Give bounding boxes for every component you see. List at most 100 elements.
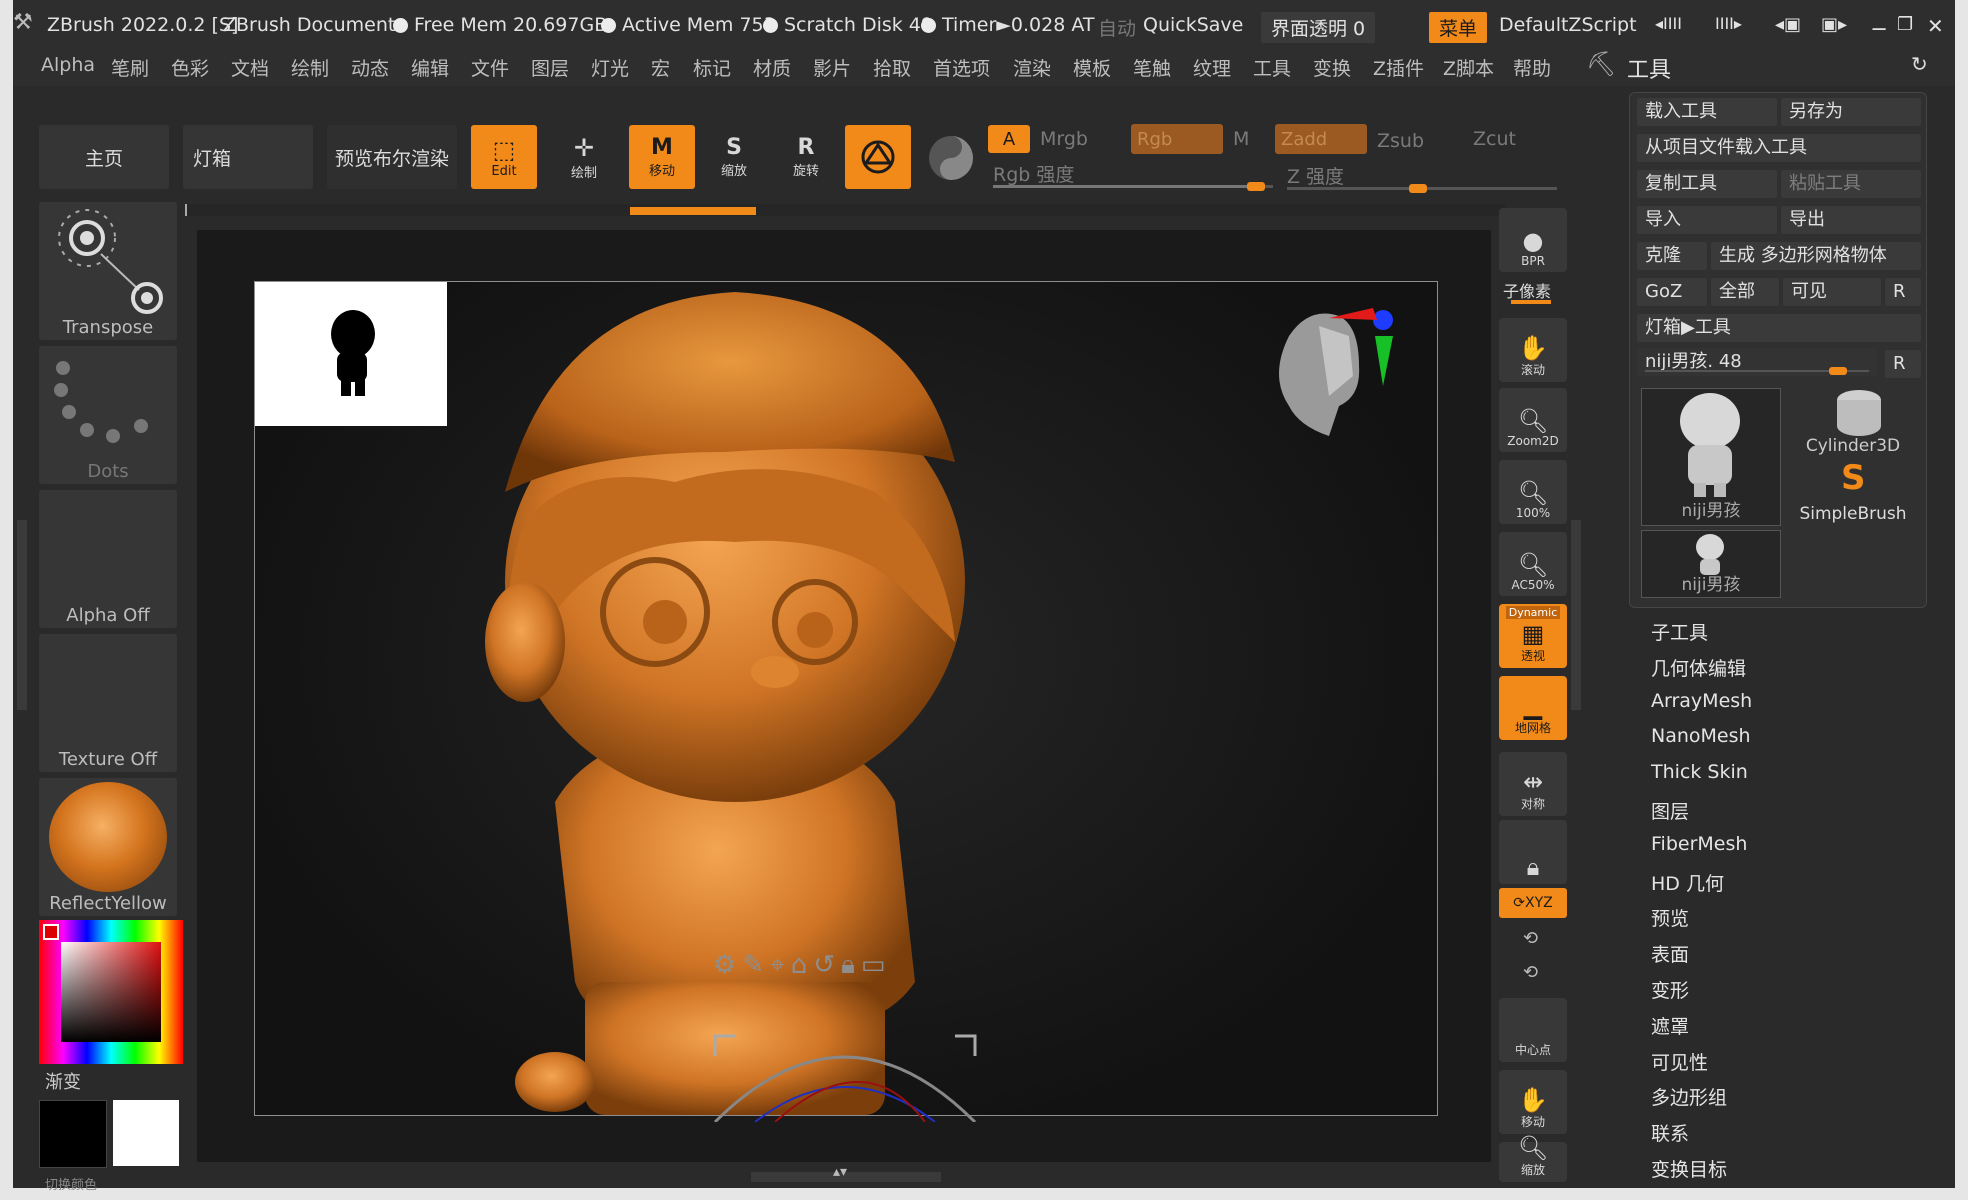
goz-all-button[interactable]: 全部 [1711,278,1779,306]
z-intensity-slider[interactable] [1287,184,1557,193]
restore-icon[interactable]: ❐ [1897,14,1913,35]
gizmo-slider-icon[interactable]: ▭ [861,950,892,980]
tool-thumb-niji-boy[interactable]: niji男孩 [1641,388,1781,526]
menu-stroke[interactable]: 笔触 [1133,54,1171,81]
a-channel-button[interactable]: A [988,125,1030,153]
shrink-icon[interactable]: ◂IIII [1655,14,1682,33]
menu-texture[interactable]: 纹理 [1193,54,1231,81]
scale-mode-button[interactable]: S 缩放 [701,125,767,189]
100%-view-button[interactable]: 🔍︎ 100% [1499,460,1567,524]
bottom-tray-handle[interactable]: ▴▾ [751,1164,941,1182]
main-color-swatch[interactable] [39,1100,107,1168]
lock-view-button[interactable]: 🔒︎ [1499,820,1567,884]
对称-view-button[interactable]: ⇹ 对称 [1499,752,1567,816]
sculpt-figure[interactable] [255,282,1437,1115]
zadd-button[interactable]: Zadd [1275,124,1367,154]
中心点-view-button[interactable]: 中心点 [1499,998,1567,1062]
menu-zplugin[interactable]: Z插件 [1373,54,1424,81]
alpha-slot[interactable]: Alpha Off [39,490,177,628]
menu-edit[interactable]: 编辑 [411,54,449,81]
canvas-frame[interactable]: ⚙✎⌖⌂↺🔒︎▭ [254,281,1438,1122]
m-button[interactable]: M [1233,128,1249,150]
gizmo-home-icon[interactable]: ⌂ [791,950,814,980]
rgb-intensity-slider[interactable] [993,182,1273,191]
home-button[interactable]: 主页 [39,125,169,189]
subpixel-slider[interactable] [1511,300,1551,304]
subpalette-item[interactable]: 多边形组 [1651,1083,1727,1110]
load-from-project-button[interactable]: 从项目文件载入工具 [1637,134,1921,162]
rotate-mode-button[interactable]: R 旋转 [773,125,839,189]
subpalette-item[interactable]: 遮罩 [1651,1012,1689,1039]
goz-r-button[interactable]: R [1885,278,1921,306]
lightbox-tools-button[interactable]: 灯箱▶工具 [1637,314,1921,342]
menu-file[interactable]: 文件 [471,54,509,81]
mrgb-button[interactable]: Mrgb [1040,128,1088,150]
subpalette-item[interactable]: 变形 [1651,976,1689,1003]
透视-view-button[interactable]: Dynamic ▦ 透视 [1499,604,1567,668]
gizmo-toolbar[interactable]: ⚙✎⌖⌂↺🔒︎▭ [713,950,891,981]
palette-reset-icon[interactable]: ↻ [1911,52,1928,76]
gizmo-settings-icon[interactable]: ⚙ [713,950,742,980]
缩放-view-button[interactable]: 🔍︎ 缩放 [1499,1135,1567,1182]
save-as-button[interactable]: 另存为 [1781,98,1921,126]
subpalette-item[interactable]: 几何体编辑 [1651,654,1746,681]
goz-button[interactable]: GoZ [1637,278,1707,306]
AC50%-view-button[interactable]: 🔍︎ AC50% [1499,532,1567,596]
rotate-z-icon[interactable]: ⟲ [1523,962,1538,983]
menu-toggle-button[interactable]: 菜单 [1429,12,1488,43]
menu-stencil[interactable]: 模板 [1073,54,1111,81]
secondary-color-swatch[interactable] [113,1100,179,1166]
rgb-button[interactable]: Rgb [1131,124,1223,154]
tool-thumb-simplebrush[interactable]: S SimpleBrush [1785,458,1921,524]
bool-preview-button[interactable]: 预览布尔渲染 [327,125,457,189]
brush-slot[interactable]: Transpose [39,202,177,340]
menu-macro[interactable]: 宏 [651,54,670,81]
Zoom2D-view-button[interactable]: 🔍︎ Zoom2D [1499,388,1567,452]
tool-thumb-niji-boy-2[interactable]: niji男孩 [1641,530,1781,598]
zcut-button[interactable]: Zcut [1473,128,1516,150]
subpalette-item[interactable]: HD 几何 [1651,869,1724,896]
gizmo-rotation-arcs[interactable] [695,1032,995,1122]
orientation-head-icon[interactable] [1269,306,1399,446]
layout-left-icon[interactable]: ◂▣ [1775,14,1801,35]
menu-preferences[interactable]: 首选项 [933,54,990,81]
subpalette-item[interactable]: 联系 [1651,1119,1689,1146]
menu-zscript[interactable]: Z脚本 [1443,54,1494,81]
menu-movie[interactable]: 影片 [813,54,851,81]
layout-right-icon[interactable]: ▣▸ [1821,14,1847,35]
subpalette-item[interactable]: NanoMesh [1651,725,1751,747]
subpalette-item[interactable]: 子工具 [1651,618,1708,645]
color-picker[interactable] [39,920,183,1064]
ui-transparency-slider[interactable]: 界面透明 0 [1261,12,1376,43]
right-tray-handle[interactable] [1571,520,1581,710]
texture-slot[interactable]: Texture Off [39,634,177,772]
xyz-rotate-button[interactable]: ⟳XYZ [1499,888,1567,918]
load-tool-button[interactable]: 载入工具 [1637,98,1777,126]
menu-tool[interactable]: 工具 [1253,54,1291,81]
menu-material[interactable]: 材质 [753,54,791,81]
swap-color-label[interactable]: 切换颜色 [45,1174,97,1193]
import-button[interactable]: 导入 [1637,206,1777,234]
lightbox-button[interactable]: 灯箱 [183,125,313,189]
menu-help[interactable]: 帮助 [1513,54,1551,81]
subpalette-item[interactable]: 表面 [1651,940,1689,967]
material-slot[interactable]: ReflectYellow [39,778,177,916]
current-tool-slider[interactable]: niji男孩. 48 [1637,348,1877,376]
gizmo-reset-icon[interactable]: ↺ [813,950,841,980]
menu-transform[interactable]: 变换 [1313,54,1351,81]
quicksave-button[interactable]: QuickSave [1143,14,1243,36]
subpixel-label[interactable]: 子像素 [1503,278,1551,302]
subpalette-item[interactable]: FiberMesh [1651,833,1747,855]
make-polymesh-button[interactable]: 生成 多边形网格物体 [1711,242,1921,270]
地网格-view-button[interactable]: ▁ 地网格 [1499,676,1567,740]
subpalette-item[interactable]: 预览 [1651,904,1689,931]
color-saturation-square[interactable] [61,942,161,1042]
subpalette-item[interactable]: Thick Skin [1651,761,1748,783]
menu-render[interactable]: 渲染 [1013,54,1051,81]
subpalette-item[interactable]: 变换目标 [1651,1155,1727,1182]
sculptris-pro-button[interactable] [923,130,979,186]
gizmo-lock-icon[interactable]: 🔒︎ [841,950,861,980]
menu-marker[interactable]: 标记 [693,54,731,81]
expand-icon[interactable]: IIII▸ [1715,14,1742,33]
minimize-icon[interactable]: ⚊ [1871,14,1887,35]
